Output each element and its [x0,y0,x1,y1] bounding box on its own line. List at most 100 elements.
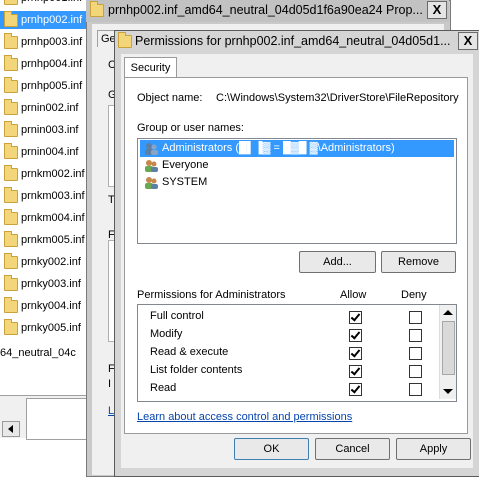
file-name: prnkm005.inf [21,234,85,246]
permission-name: Modify [150,328,183,340]
file-name: prnin002.inf [21,102,79,114]
users-group-icon [144,142,158,155]
folder-icon [4,121,18,137]
user-list[interactable]: Administrators (█▌▐▓ = █▓█ ▓\Administrat… [137,138,457,244]
file-name: prnin003.inf [21,124,79,136]
file-list-item[interactable]: prnkm004.inf [0,209,90,227]
folder-icon [90,1,104,17]
permissions-header: Permissions for Administrators [137,289,286,301]
allow-header: Allow [340,289,367,301]
file-name: prnky005.inf [21,322,81,334]
permission-name: Full control [150,310,204,322]
folder-icon [118,32,132,48]
user-item-system[interactable]: SYSTEM [140,174,454,191]
cancel-button[interactable]: Cancel [315,438,390,460]
folder-icon [4,0,18,5]
deny-checkbox[interactable] [409,347,422,360]
file-name: prnky002.inf [21,256,81,268]
object-name-label: Object name: [137,92,203,104]
allow-checkbox[interactable] [349,365,362,378]
arrow-left-icon [8,425,13,433]
arrow-down-icon[interactable] [443,389,453,394]
file-name: prnhp003.inf [21,36,83,48]
permissions-table: Full control Modify Read & execute List fol… [137,304,457,402]
user-item-everyone[interactable]: Everyone [140,157,454,174]
deny-checkbox[interactable] [409,311,422,324]
file-list-item[interactable]: prnky003.inf [0,275,90,293]
allow-checkbox[interactable] [349,347,362,360]
file-list-item[interactable]: prnhp004.inf [0,55,90,73]
file-list-item[interactable]: prnhp001.inf [0,0,90,7]
permission-name: Read [150,382,177,394]
file-list-item[interactable]: prnkm002.inf [0,165,90,183]
users-group-icon [144,159,158,172]
file-list-item[interactable]: prnin002.inf [0,99,90,117]
file-list-item[interactable]: prnhp002.inf [0,11,90,29]
file-list-item[interactable]: prnky004.inf [0,297,90,315]
file-name: prnhp001.inf [21,0,82,4]
group-names-label: Group or user names: [137,122,244,134]
object-name-value: C:\Windows\System32\DriverStore\FileRepo… [216,92,459,104]
file-name: prnkm002.inf [21,168,85,180]
file-list-item[interactable]: prnhp003.inf [0,33,90,51]
file-name: prnhp004.inf [21,58,83,70]
scroll-left-button[interactable] [2,421,20,437]
user-item-administrators[interactable]: Administrators (█▌▐▓ = █▓█ ▓\Administrat… [140,140,454,157]
folder-icon [4,297,18,313]
file-name: prnhp002.inf [21,14,83,26]
file-list-item[interactable]: prnhp005.inf [0,77,90,95]
file-list-item[interactable]: prnkm005.inf [0,231,90,249]
properties-close-button[interactable]: X [427,1,447,19]
folder-icon [4,253,18,269]
users-group-icon [144,176,158,189]
deny-checkbox[interactable] [409,365,422,378]
arrow-up-icon[interactable] [443,310,453,315]
permission-name: List folder contents [150,364,243,376]
folder-icon [4,143,18,159]
permissions-title: Permissions for prnhp002.inf_amd64_neutr… [135,34,451,48]
folder-icon [4,77,18,93]
file-list-item[interactable]: prnin003.inf [0,121,90,139]
remove-button[interactable]: Remove [381,251,456,273]
permissions-close-button[interactable]: X [458,32,478,50]
scroll-thumb[interactable] [442,321,455,375]
properties-title: prnhp002.inf_amd64_neutral_04d05d1f6a90e… [108,3,423,17]
user-label: Administrators (█▌▐▓ = █▓█ ▓\Administrat… [162,142,395,154]
ok-button[interactable]: OK [234,438,309,460]
permissions-scrollbar[interactable] [439,305,456,399]
file-name: prnin004.inf [21,146,79,158]
folder-icon [4,275,18,291]
folder-icon [4,319,18,335]
file-name: prnky003.inf [21,278,81,290]
user-label: Everyone [162,159,209,171]
file-list-item[interactable]: prnky002.inf [0,253,90,271]
folder-icon [4,99,18,115]
column-fragment-text: 64_neutral_04c [0,347,76,359]
deny-checkbox[interactable] [409,329,422,342]
add-button[interactable]: Add... [299,251,376,273]
file-name: prnkm004.inf [21,212,85,224]
allow-checkbox[interactable] [349,311,362,324]
file-list-item[interactable]: prnin004.inf [0,143,90,161]
access-control-link[interactable]: Learn about access control and permissio… [137,411,352,423]
permission-name: Read & execute [150,346,229,358]
deny-checkbox[interactable] [409,383,422,396]
allow-checkbox[interactable] [349,329,362,342]
folder-icon [4,33,18,49]
apply-button[interactable]: Apply [396,438,471,460]
folder-icon [4,11,18,27]
scroll-track [26,398,90,440]
tab-security[interactable]: Security [124,57,177,78]
file-list-item[interactable]: prnky005.inf [0,319,90,337]
folder-icon [4,209,18,225]
folder-icon [4,187,18,203]
file-name: prnkm003.inf [21,190,85,202]
side-letter: I [108,378,112,390]
folder-icon [4,165,18,181]
file-name: prnhp005.inf [21,80,83,92]
allow-checkbox[interactable] [349,383,362,396]
file-name: prnky004.inf [21,300,81,312]
user-label: SYSTEM [162,176,208,188]
file-list-item[interactable]: prnkm003.inf [0,187,90,205]
deny-header: Deny [401,289,427,301]
